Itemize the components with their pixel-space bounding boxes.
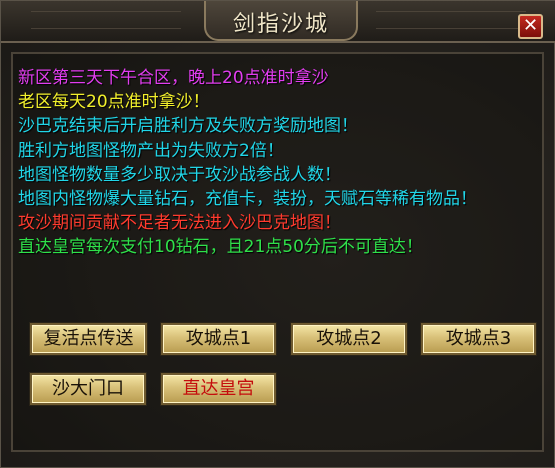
close-button[interactable]: ✕	[518, 14, 543, 39]
revive-point-teleport-button[interactable]: 复活点传送	[30, 323, 147, 355]
dialog-window: 剑指沙城 ✕ 新区第三天下午合区，晚上20点准时拿沙 老区每天20点准时拿沙！ 沙巴…	[0, 0, 555, 468]
message-line: 胜利方地图怪物产出为失败方2倍！	[18, 140, 284, 161]
title-bar: 剑指沙城 ✕	[1, 1, 555, 43]
message-line: 地图怪物数量多少取决于攻沙战参战人数！	[18, 164, 341, 185]
message-line: 新区第三天下午合区，晚上20点准时拿沙	[18, 68, 329, 88]
message-line: 地图内怪物爆大量钻石，充值卡，装扮，天赋石等稀有物品！	[18, 189, 477, 209]
message-line: 直达皇宫每次支付10钻石，且21点50分后不可直达！	[18, 237, 423, 258]
sand-gate-button[interactable]: 沙大门口	[30, 373, 146, 405]
direct-to-palace-button[interactable]: 直达皇宫	[161, 373, 276, 405]
message-line: 沙巴克结束后开启胜利方及失败方奖励地图！	[18, 116, 358, 137]
siege-point-3-button[interactable]: 攻城点3	[421, 323, 536, 355]
title-bar-ornament-left	[31, 11, 181, 29]
close-icon: ✕	[522, 15, 539, 36]
message-line: 老区每天20点准时拿沙！	[18, 92, 210, 113]
window-title: 剑指沙城	[232, 12, 329, 37]
title-bar-ornament-right	[376, 11, 526, 29]
message-line: 攻沙期间贡献不足者无法进入沙巴克地图！	[18, 213, 341, 234]
siege-point-1-button[interactable]: 攻城点1	[161, 323, 276, 355]
siege-point-2-button[interactable]: 攻城点2	[291, 323, 407, 355]
